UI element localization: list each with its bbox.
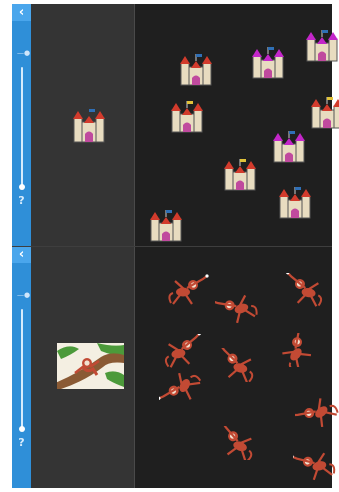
monkey-icon[interactable]	[215, 426, 259, 460]
castle-icon	[73, 109, 105, 143]
castle-thumbnail[interactable]	[72, 108, 106, 144]
castle-icon[interactable]	[305, 30, 339, 62]
help-icon[interactable]: ?	[12, 436, 31, 449]
castle-icon[interactable]	[278, 187, 312, 219]
thumbnail-column	[31, 4, 134, 246]
slider-max-icon: —●	[17, 49, 31, 57]
size-slider[interactable]	[19, 67, 25, 190]
slider-knob[interactable]	[19, 184, 25, 190]
monkey-icon[interactable]	[283, 273, 327, 307]
size-slider[interactable]	[19, 309, 25, 432]
slider-knob[interactable]	[19, 426, 25, 432]
monkey-panel: ‹ —● ?	[12, 246, 339, 488]
thumbnail-column	[31, 246, 134, 488]
sprite-canvas[interactable]	[135, 246, 339, 488]
monkey-in-tree-photo	[57, 343, 124, 389]
monkey-icon[interactable]	[215, 291, 259, 325]
side-rail: ‹ —● ?	[12, 4, 31, 246]
castle-icon[interactable]	[149, 210, 183, 242]
back-chevron-icon[interactable]: ‹	[12, 4, 31, 21]
castle-icon[interactable]	[272, 131, 306, 163]
monkey-icon[interactable]	[215, 348, 259, 382]
castle-panel: ‹ —● ?	[12, 4, 339, 246]
castle-icon[interactable]	[223, 159, 257, 191]
monkey-icon[interactable]	[293, 448, 337, 482]
monkey-icon[interactable]	[165, 273, 209, 307]
back-chevron-icon[interactable]: ‹	[12, 246, 31, 263]
help-icon[interactable]: ?	[12, 194, 31, 207]
castle-icon[interactable]	[310, 97, 339, 129]
slider-max-icon: —●	[17, 291, 31, 299]
castle-icon[interactable]	[251, 47, 285, 79]
monkey-icon[interactable]	[159, 371, 203, 405]
castle-icon[interactable]	[179, 54, 213, 86]
monkey-icon[interactable]	[295, 396, 339, 430]
sprite-canvas[interactable]	[135, 4, 339, 246]
monkey-icon[interactable]	[275, 333, 319, 367]
castle-icon[interactable]	[170, 101, 204, 133]
app-window: ‹ —● ? ‹ —● ?	[12, 4, 339, 488]
side-rail: ‹ —● ?	[12, 246, 31, 488]
monkey-icon[interactable]	[160, 334, 204, 368]
monkey-photo-thumbnail[interactable]	[57, 343, 124, 389]
